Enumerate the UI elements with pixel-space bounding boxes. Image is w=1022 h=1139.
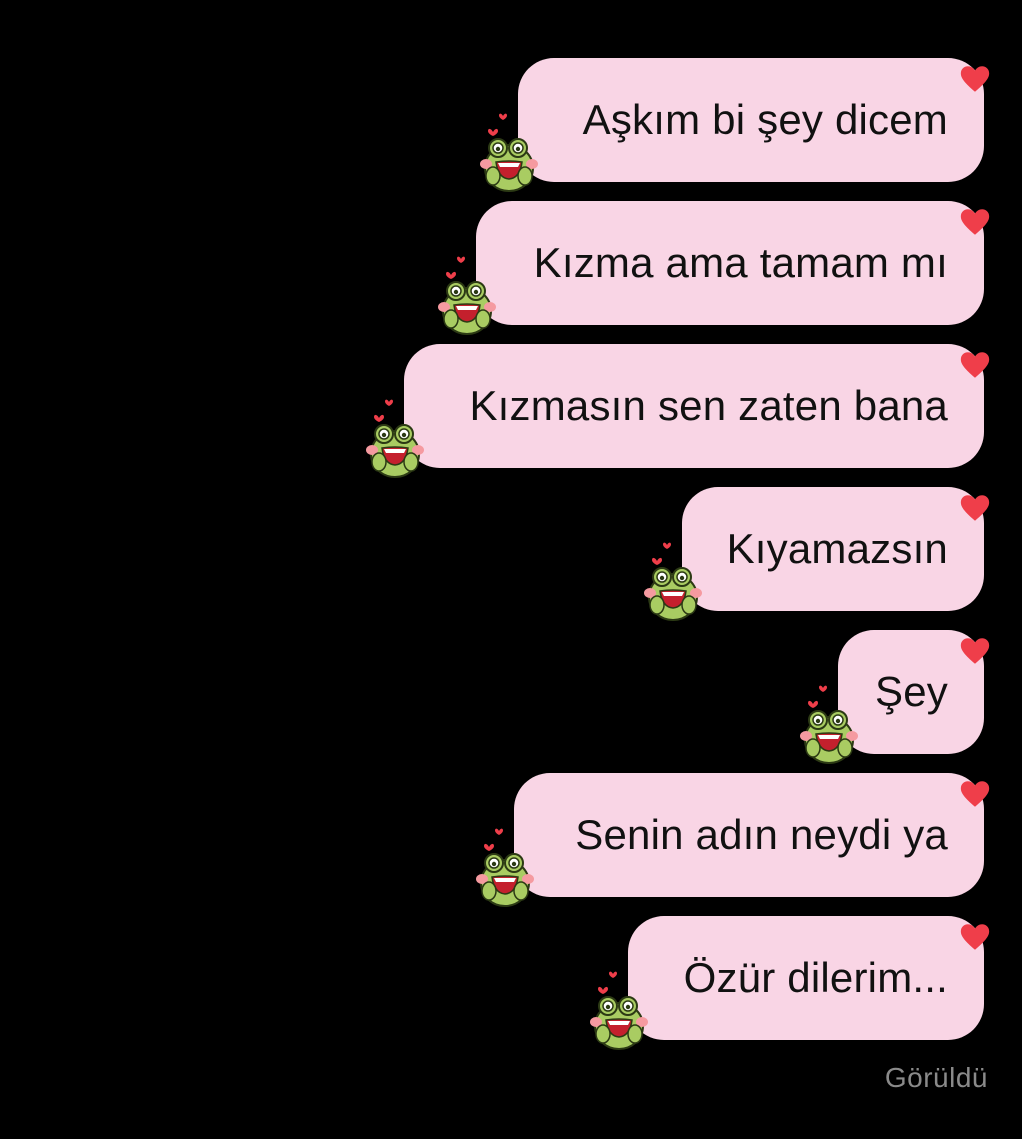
heart-reaction-icon [960,209,990,235]
message-text: Kıyamazsın [726,525,948,572]
message-bubble[interactable]: Kızma ama tamam mı [438,201,990,335]
message-text: Kızmasın sen zaten bana [469,382,948,429]
message-row: Kızmasın sen zaten bana [366,344,990,478]
message-bubble[interactable]: Senin adın neydi ya [476,773,990,907]
message-text: Özür dilerim... [683,954,948,1001]
frog-sticker-icon [476,828,534,907]
frog-sticker-icon [800,685,858,764]
message-row: Şey [800,630,990,764]
message-row: Aşkım bi şey dicem [480,58,990,192]
heart-reaction-icon [960,352,990,378]
message-row: Kızma ama tamam mı [438,201,990,335]
frog-sticker-icon [590,971,648,1050]
seen-status: Görüldü [884,1062,988,1093]
message-row: Özür dilerim... [590,916,990,1050]
message-row: Kıyamazsın [644,487,990,621]
message-text: Şey [875,668,948,715]
frog-sticker-icon [644,542,702,621]
chat-thread: Aşkım bi şey dicem Kızma ama tamam mı Kı… [0,0,1022,1139]
frog-sticker-icon [438,256,496,335]
message-bubble[interactable]: Şey [800,630,990,764]
message-bubble[interactable]: Aşkım bi şey dicem [480,58,990,192]
message-bubble[interactable]: Kıyamazsın [644,487,990,621]
heart-reaction-icon [960,781,990,807]
message-text: Senin adın neydi ya [575,811,948,858]
heart-reaction-icon [960,66,990,92]
message-bubble[interactable]: Özür dilerim... [590,916,990,1050]
message-text: Aşkım bi şey dicem [582,96,948,143]
heart-reaction-icon [960,924,990,950]
message-row: Senin adın neydi ya [476,773,990,907]
heart-reaction-icon [960,495,990,521]
message-bubble[interactable]: Kızmasın sen zaten bana [366,344,990,478]
message-text: Kızma ama tamam mı [533,239,948,286]
frog-sticker-icon [480,113,538,192]
frog-sticker-icon [366,399,424,478]
heart-reaction-icon [960,638,990,664]
